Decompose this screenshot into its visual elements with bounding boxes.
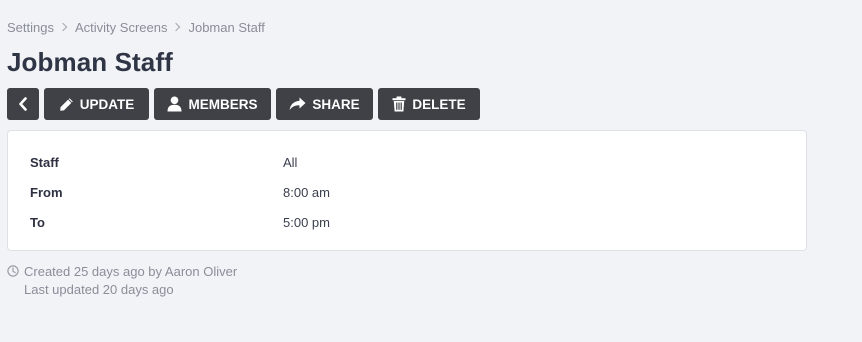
detail-label: Staff bbox=[30, 154, 59, 170]
breadcrumb-item-activity-screens[interactable]: Activity Screens bbox=[75, 20, 167, 35]
update-button-label: UPDATE bbox=[79, 96, 135, 112]
detail-label: To bbox=[30, 214, 45, 230]
page-title: Jobman Staff bbox=[7, 47, 173, 77]
chevron-right-icon bbox=[172, 22, 181, 32]
share-arrow-icon bbox=[289, 97, 306, 111]
details-card: Staff All From 8:00 am To 5:00 pm bbox=[7, 130, 807, 251]
detail-value: 5:00 pm bbox=[283, 214, 330, 230]
pencil-icon bbox=[59, 97, 74, 112]
share-button-label: SHARE bbox=[312, 96, 360, 112]
breadcrumb-item-settings[interactable]: Settings bbox=[7, 20, 54, 35]
chevron-right-icon bbox=[58, 22, 68, 32]
members-button-label: MEMBERS bbox=[188, 96, 258, 112]
trash-icon bbox=[392, 96, 406, 112]
back-button[interactable] bbox=[7, 88, 39, 120]
update-button[interactable]: UPDATE bbox=[44, 88, 149, 120]
created-text: Created 25 days ago by Aaron Oliver bbox=[24, 263, 238, 279]
detail-row-staff: Staff All bbox=[8, 153, 806, 171]
delete-button-label: DELETE bbox=[412, 96, 466, 112]
user-icon bbox=[167, 96, 182, 112]
detail-row-from: From 8:00 am bbox=[8, 183, 806, 201]
clock-icon bbox=[7, 265, 19, 277]
created-line: Created 25 days ago by Aaron Oliver bbox=[7, 262, 237, 280]
updated-text: Last updated 20 days ago bbox=[24, 281, 174, 297]
share-button[interactable]: SHARE bbox=[276, 88, 373, 120]
chevron-left-icon bbox=[18, 97, 28, 111]
detail-label: From bbox=[30, 184, 63, 200]
detail-value: All bbox=[283, 154, 298, 170]
detail-value: 8:00 am bbox=[283, 184, 330, 200]
detail-row-to: To 5:00 pm bbox=[8, 213, 806, 231]
updated-line: Last updated 20 days ago bbox=[7, 280, 237, 298]
delete-button[interactable]: DELETE bbox=[378, 88, 480, 120]
breadcrumb-item-current: Jobman Staff bbox=[188, 19, 265, 35]
breadcrumb: Settings Activity Screens Jobman Staff bbox=[7, 19, 265, 35]
members-button[interactable]: MEMBERS bbox=[154, 88, 271, 120]
toolbar: UPDATE MEMBERS SHARE DELETE bbox=[7, 88, 485, 120]
record-meta: Created 25 days ago by Aaron Oliver Last… bbox=[7, 262, 237, 298]
